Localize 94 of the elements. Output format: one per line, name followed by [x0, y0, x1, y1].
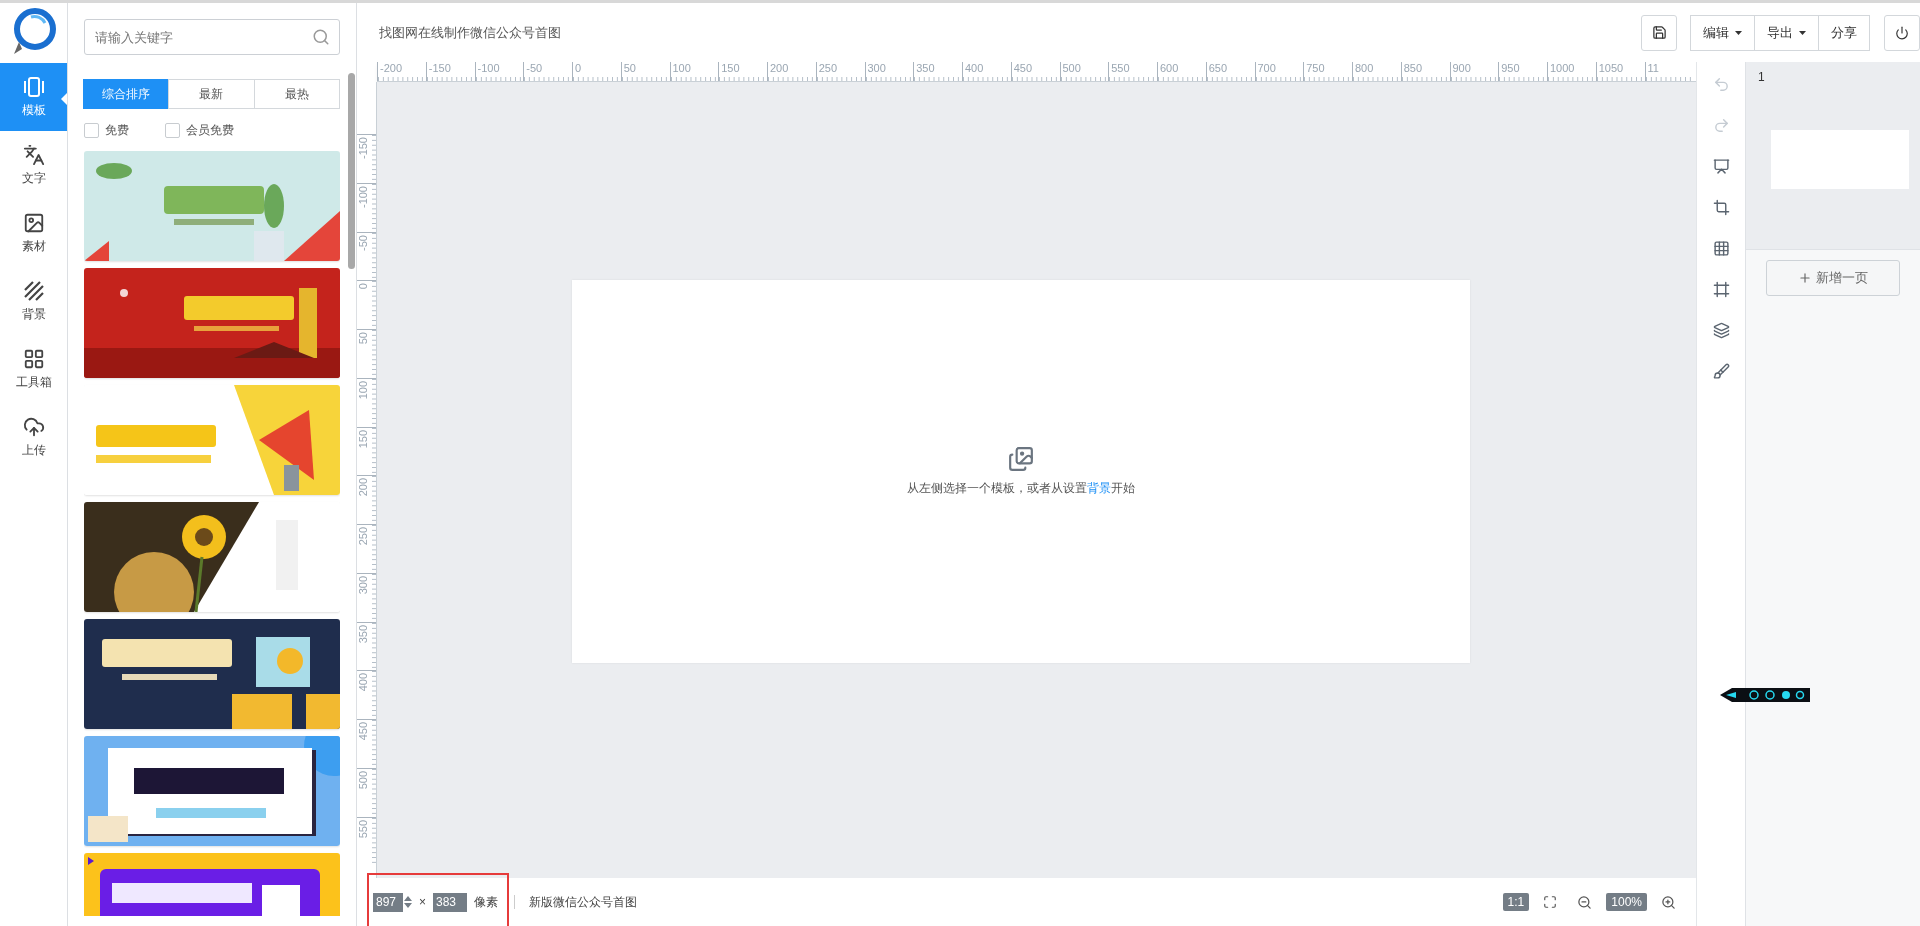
- add-page-button[interactable]: 新增一页: [1766, 260, 1900, 296]
- ruler-label: 900: [1452, 62, 1471, 74]
- menu-button[interactable]: 编辑: [1690, 14, 1755, 51]
- zoom-in-icon[interactable]: [1661, 894, 1676, 910]
- ruler-label: 11: [1647, 62, 1659, 74]
- page-number: 1: [1758, 70, 1766, 84]
- ruler-label: 100: [672, 62, 691, 74]
- search-icon[interactable]: [312, 28, 330, 46]
- grid-icon[interactable]: [1712, 240, 1730, 257]
- ruler-label: 100: [357, 379, 369, 400]
- scrollbar[interactable]: [348, 73, 355, 269]
- hatch-icon: [22, 279, 45, 302]
- caret-icon[interactable]: [1735, 30, 1742, 35]
- ruler-label: 150: [721, 62, 740, 74]
- ruler-label: 600: [1160, 62, 1179, 74]
- search-field[interactable]: 请输入关键字: [84, 19, 340, 55]
- ruler-label: 150: [357, 428, 369, 448]
- ruler-label: 50: [357, 331, 369, 345]
- sidebar-item[interactable]: 素材: [0, 199, 67, 267]
- ruler-label: -200: [380, 62, 403, 74]
- ruler-label: 200: [357, 477, 369, 497]
- images-icon: [1008, 446, 1034, 472]
- sidebar-item[interactable]: 工具箱: [0, 335, 67, 403]
- ruler-label: -150: [428, 62, 451, 74]
- brush-icon[interactable]: [1712, 363, 1730, 380]
- ruler-label: -100: [477, 62, 500, 74]
- save-button[interactable]: [1641, 14, 1677, 51]
- height-field[interactable]: 383: [433, 892, 467, 912]
- ruler-label: 700: [1257, 62, 1276, 74]
- checkbox-label: 会员免费: [186, 122, 234, 139]
- power-icon[interactable]: [1895, 25, 1909, 40]
- ruler-label: 300: [867, 62, 886, 74]
- ruler-label: 0: [575, 62, 582, 74]
- ruler-label: 450: [357, 721, 369, 741]
- selection-pointer: [61, 93, 67, 105]
- ruler-label: 650: [1208, 62, 1228, 74]
- ruler-label: 0: [357, 282, 369, 290]
- caret-icon[interactable]: [1799, 30, 1806, 35]
- times-sign: ×: [419, 895, 426, 909]
- power-button[interactable]: [1884, 14, 1920, 51]
- ruler-label: -50: [357, 233, 369, 251]
- ruler-label: 300: [357, 574, 369, 595]
- ruler-label: 200: [770, 62, 789, 74]
- sidebar-item[interactable]: 文字: [0, 131, 67, 199]
- ruler-label: 250: [357, 526, 369, 546]
- translate-icon: [22, 143, 45, 166]
- ruler-label: 1000: [1550, 62, 1575, 74]
- checkbox-label: 免费: [105, 122, 129, 139]
- floating-toolbar-icon[interactable]: [1720, 686, 1810, 704]
- ruler-label: 450: [1013, 62, 1033, 74]
- ruler-label: 250: [818, 62, 838, 74]
- checkbox[interactable]: [84, 123, 99, 138]
- ruler-label: 350: [357, 623, 369, 643]
- ruler-label: 500: [1062, 62, 1081, 74]
- sort-tab[interactable]: 最新: [168, 79, 255, 109]
- ruler-label: 850: [1403, 62, 1423, 74]
- document-title: 找图网在线制作微信公众号首图: [379, 23, 562, 42]
- hint-text: 从左侧选择一个模板，或者从设置背景开始: [907, 480, 1135, 497]
- grid-icon: [22, 347, 45, 370]
- image-icon: [22, 211, 45, 234]
- design-canvas[interactable]: 从左侧选择一个模板，或者从设置背景开始: [572, 280, 1470, 663]
- ruler-label: 750: [1306, 62, 1325, 74]
- actual-size-button[interactable]: 1:1: [1502, 893, 1530, 911]
- zoom-level: 100%: [1606, 893, 1647, 911]
- ruler-label: 800: [1355, 62, 1374, 74]
- ruler-label: 950: [1501, 62, 1520, 74]
- ruler-label: 550: [357, 818, 369, 838]
- save-icon[interactable]: [1651, 25, 1667, 40]
- ruler-label: 1050: [1598, 62, 1624, 74]
- size-preset-name: 新版微信公众号首图: [529, 893, 637, 911]
- layers-icon[interactable]: [1712, 322, 1730, 339]
- ruler-label: -100: [357, 184, 369, 208]
- ruler-label: 500: [357, 769, 369, 790]
- ruler-label: 50: [623, 62, 636, 74]
- checkbox[interactable]: [165, 123, 180, 138]
- ruler-label: 550: [1111, 62, 1130, 74]
- crop-icon[interactable]: [1712, 199, 1730, 216]
- sidebar-item[interactable]: 背景: [0, 267, 67, 335]
- sidebar-item[interactable]: 上传: [0, 403, 67, 471]
- ruler-label: -50: [526, 62, 543, 74]
- fullscreen-icon[interactable]: [1543, 895, 1558, 909]
- unit-label: 像素: [474, 893, 498, 911]
- easel-icon[interactable]: [1712, 158, 1730, 175]
- share-button[interactable]: 分享: [1818, 14, 1870, 51]
- sort-tab[interactable]: 最热: [253, 79, 340, 109]
- menu-button[interactable]: 导出: [1754, 14, 1819, 51]
- ruler-label: 350: [916, 62, 935, 74]
- ruler-label: 400: [357, 672, 369, 692]
- zoom-out-icon[interactable]: [1577, 894, 1593, 910]
- upload-icon: [22, 415, 45, 438]
- frame-icon[interactable]: [1712, 281, 1730, 298]
- ruler-label: -150: [357, 136, 369, 160]
- ruler-label: 400: [965, 62, 984, 74]
- cards-icon: [21, 75, 46, 98]
